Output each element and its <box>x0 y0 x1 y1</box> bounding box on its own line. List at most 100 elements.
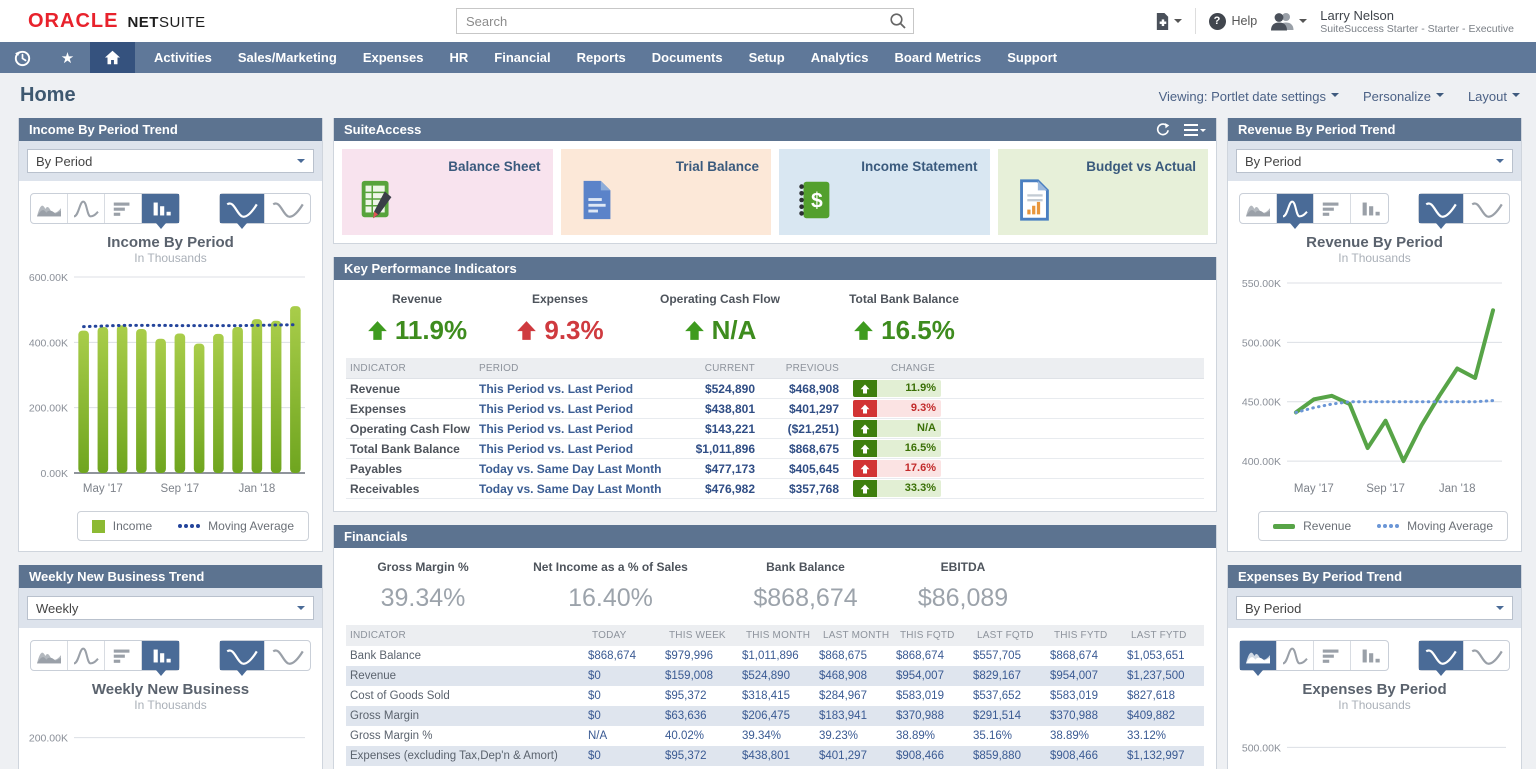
viewing-dropdown[interactable]: Viewing: Portlet date settings <box>1159 89 1339 104</box>
period-filter-select[interactable]: By Period <box>1236 596 1513 620</box>
personalize-dropdown[interactable]: Personalize <box>1363 89 1444 104</box>
area-chart-button[interactable] <box>31 641 68 670</box>
kpi-table-row: Total Bank BalanceThis Period vs. Last P… <box>346 439 1204 459</box>
trend-icon <box>1424 644 1458 668</box>
horizontal-bar-button[interactable] <box>105 194 142 223</box>
period-link[interactable]: Today vs. Same Day Last Month <box>479 482 669 496</box>
nav-item-reports[interactable]: Reports <box>564 42 639 73</box>
period-link[interactable]: This Period vs. Last Period <box>479 442 669 456</box>
vertical-bar-button[interactable] <box>142 194 179 223</box>
line-chart-button[interactable] <box>68 194 105 223</box>
nav-item-support[interactable]: Support <box>994 42 1070 73</box>
portlet-expenses-by-period-trend: Expenses By Period Trend By Period Expen… <box>1227 565 1522 769</box>
vertical-bar-button[interactable] <box>1351 194 1388 223</box>
line-chart-button[interactable] <box>1277 194 1314 223</box>
weekly-filter-select[interactable]: Weekly <box>27 596 314 620</box>
line-chart-button[interactable] <box>68 641 105 670</box>
user-avatar-icon <box>1270 11 1296 31</box>
vertical-bar-button[interactable] <box>1351 641 1388 670</box>
financials-table-row: Revenue$0$159,008$524,890$468,908$954,00… <box>346 666 1204 686</box>
svg-text:$: $ <box>811 190 823 213</box>
nav-item-expenses[interactable]: Expenses <box>350 42 437 73</box>
search-icon[interactable] <box>889 12 907 35</box>
trend-on-button[interactable] <box>220 194 265 223</box>
nav-item-activities[interactable]: Activities <box>141 42 225 73</box>
budget-vs-actual-icon <box>1011 177 1057 228</box>
user-menu[interactable] <box>1270 11 1307 31</box>
nav-item-analytics[interactable]: Analytics <box>798 42 882 73</box>
financials-table-row: Gross Margin$0$63,636$206,475$183,941$37… <box>346 706 1204 726</box>
nav-item-setup[interactable]: Setup <box>736 42 798 73</box>
up-arrow-icon <box>860 424 870 434</box>
kpi-table-row: PayablesToday vs. Same Day Last Month$47… <box>346 459 1204 479</box>
new-record-icon <box>1154 12 1171 31</box>
portlet-header[interactable]: Expenses By Period Trend <box>1228 565 1521 588</box>
financials-summary-ebitda: EBITDA$86,089 <box>898 560 1028 613</box>
trend-on-button[interactable] <box>1419 194 1464 223</box>
suiteaccess-tile-budget-vs-actual[interactable]: Budget vs Actual <box>998 149 1209 235</box>
area-chart-button[interactable] <box>1240 194 1277 223</box>
portlet-header[interactable]: SuiteAccess <box>334 118 1216 141</box>
shortcuts-tab[interactable]: ★ <box>45 42 90 73</box>
vertical-bar-button[interactable] <box>142 641 179 670</box>
portlet-menu-icon[interactable] <box>1184 124 1206 136</box>
chevron-down-icon <box>1436 93 1444 101</box>
portlet-header[interactable]: Income By Period Trend <box>19 118 322 141</box>
nav-item-board-metrics[interactable]: Board Metrics <box>882 42 995 73</box>
suiteaccess-tile-trial-balance[interactable]: Trial Balance <box>561 149 772 235</box>
horizontal-bar-button[interactable] <box>1314 641 1351 670</box>
trend-off-button[interactable] <box>1464 641 1509 670</box>
portlet-weekly-new-business-trend: Weekly New Business Trend Weekly Weekly … <box>18 565 323 769</box>
layout-dropdown[interactable]: Layout <box>1468 89 1520 104</box>
chart-subtitle: In Thousands <box>28 251 313 265</box>
create-new-button[interactable] <box>1154 12 1182 31</box>
horizontal-bar-button[interactable] <box>1314 194 1351 223</box>
vertical-bar-chart-icon <box>147 644 175 668</box>
portlet-header[interactable]: Weekly New Business Trend <box>19 565 322 588</box>
user-name: Larry Nelson <box>1320 8 1514 23</box>
suiteaccess-tile-income-statement[interactable]: Income Statement$ <box>779 149 990 235</box>
refresh-icon[interactable] <box>1155 122 1170 137</box>
page-header: Home Viewing: Portlet date settings Pers… <box>0 73 1536 118</box>
help-button[interactable]: ? Help <box>1209 13 1258 30</box>
vertical-bar-chart-icon <box>1356 197 1384 221</box>
portlet-header[interactable]: Revenue By Period Trend <box>1228 118 1521 141</box>
user-role: SuiteSuccess Starter - Starter - Executi… <box>1320 23 1514 35</box>
portlet-header[interactable]: Financials <box>334 525 1216 548</box>
legend-item: Income <box>92 519 152 533</box>
period-link[interactable]: This Period vs. Last Period <box>479 382 669 396</box>
line-chart-button[interactable] <box>1277 641 1314 670</box>
period-filter-select[interactable]: By Period <box>27 149 314 173</box>
period-link[interactable]: This Period vs. Last Period <box>479 402 669 416</box>
portlet-header[interactable]: Key Performance Indicators <box>334 257 1216 280</box>
income-statement-icon: $ <box>792 177 838 228</box>
area-chart-button[interactable] <box>1240 641 1277 670</box>
trend-off-button[interactable] <box>265 641 310 670</box>
kpi-table: INDICATORPERIODCURRENTPREVIOUSCHANGEReve… <box>346 358 1204 499</box>
nav-item-sales-marketing[interactable]: Sales/Marketing <box>225 42 350 73</box>
nav-item-financial[interactable]: Financial <box>481 42 563 73</box>
trend-off-button[interactable] <box>1464 194 1509 223</box>
suiteaccess-tile-balance-sheet[interactable]: Balance Sheet <box>342 149 553 235</box>
chevron-down-icon <box>1496 159 1504 167</box>
trend-toggle-buttons <box>219 193 311 224</box>
period-link[interactable]: Today vs. Same Day Last Month <box>479 462 669 476</box>
search-input[interactable] <box>456 8 914 34</box>
change-badge: 11.9% <box>853 380 941 397</box>
horizontal-bar-button[interactable] <box>105 641 142 670</box>
brand-logo[interactable]: ORACLE NETSUITE <box>28 10 206 33</box>
period-filter-select[interactable]: By Period <box>1236 149 1513 173</box>
nav-item-documents[interactable]: Documents <box>639 42 736 73</box>
trend-on-button[interactable] <box>1419 641 1464 670</box>
trend-off-button[interactable] <box>265 194 310 223</box>
svg-text:550.00K: 550.00K <box>1242 278 1281 290</box>
area-chart-button[interactable] <box>31 194 68 223</box>
home-tab[interactable] <box>90 42 135 73</box>
recent-records-tab[interactable] <box>0 42 45 73</box>
trend-on-button[interactable] <box>220 641 265 670</box>
tile-label: Trial Balance <box>676 159 759 174</box>
nav-item-hr[interactable]: HR <box>437 42 482 73</box>
vertical-bar-chart-icon <box>147 197 175 221</box>
up-arrow-icon <box>860 464 870 474</box>
period-link[interactable]: This Period vs. Last Period <box>479 422 669 436</box>
